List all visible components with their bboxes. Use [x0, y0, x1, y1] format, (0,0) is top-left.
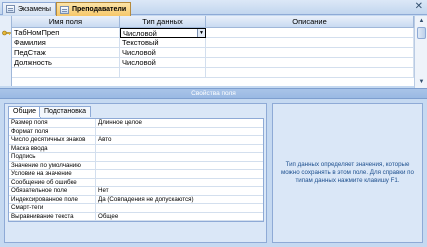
help-panel: Тип данных определяет значения, которые …	[272, 103, 423, 243]
property-label: Значение по умолчанию	[11, 161, 81, 169]
property-value[interactable]	[95, 127, 263, 136]
property-row[interactable]: Подпись	[9, 153, 263, 162]
data-type-select[interactable]: Числовой ▼	[120, 28, 206, 38]
property-row[interactable]: Условие на значение	[9, 170, 263, 179]
tab-lookup[interactable]: Подстановка	[39, 106, 91, 117]
property-row[interactable]: Смарт-теги	[9, 204, 263, 213]
property-value[interactable]	[95, 170, 263, 178]
primary-key-icon	[2, 30, 11, 36]
property-value[interactable]	[95, 204, 263, 212]
data-type-value: Числовой	[123, 29, 157, 38]
tab-label: Экзамены	[18, 5, 51, 13]
description-cell[interactable]	[206, 38, 414, 48]
property-value[interactable]: Общее	[95, 212, 263, 221]
properties-panel: Общие Подстановка Размер поля Длинное це…	[4, 103, 267, 243]
property-label: Выравнивание текста	[11, 212, 74, 220]
table-icon	[60, 5, 69, 14]
property-value[interactable]: Авто	[95, 136, 263, 144]
field-grid: Имя поля Тип данных Описание ТабНомПреп …	[0, 16, 414, 86]
scroll-down-icon[interactable]: ▼	[417, 78, 426, 86]
field-name-cell[interactable]: Должность	[12, 58, 120, 68]
help-text: Тип данных определяет значения, которые …	[281, 161, 414, 184]
property-row[interactable]: Размер поля Длинное целое	[9, 119, 263, 128]
table-row[interactable]: Фамилия Текстовый	[0, 38, 414, 48]
property-value[interactable]: Да (Совпадения не допускаются)	[95, 195, 263, 204]
description-cell[interactable]	[206, 68, 414, 78]
property-label: Число десятичных знаков	[11, 136, 86, 143]
property-label: Индексированное поле	[11, 195, 78, 203]
field-name-cell[interactable]: ПедСтаж	[12, 48, 120, 58]
data-type-cell[interactable]: Текстовый	[120, 38, 206, 48]
data-type-cell[interactable]: Числовой	[120, 48, 206, 58]
document-tab-bar: Экзамены Преподаватели ✕	[0, 0, 427, 16]
property-row[interactable]: Выравнивание текста Общее	[9, 212, 263, 221]
property-label: Сообщение об ошибке	[11, 178, 77, 186]
tab-teachers[interactable]: Преподаватели	[56, 2, 132, 16]
property-label: Подпись	[11, 153, 36, 160]
table-icon	[6, 5, 15, 13]
description-cell[interactable]	[206, 58, 414, 68]
property-value[interactable]: Нет	[95, 187, 263, 195]
property-label: Размер поля	[11, 119, 48, 126]
property-value[interactable]	[95, 161, 263, 170]
field-name-cell[interactable]	[12, 68, 120, 78]
chevron-down-icon[interactable]: ▼	[197, 29, 205, 37]
property-label: Смарт-теги	[11, 204, 44, 211]
property-label: Маска ввода	[11, 144, 48, 152]
header-data-type: Тип данных	[120, 16, 206, 28]
property-row[interactable]: Формат поля	[9, 127, 263, 136]
tab-label: Преподаватели	[72, 6, 127, 13]
property-row[interactable]: Маска ввода	[9, 144, 263, 153]
field-name-cell[interactable]: Фамилия	[12, 38, 120, 48]
empty-row[interactable]	[0, 68, 414, 78]
property-label: Условие на значение	[11, 170, 72, 177]
property-row[interactable]: Значение по умолчанию	[9, 161, 263, 170]
property-label: Формат поля	[11, 127, 49, 135]
data-type-cell[interactable]: Числовой	[120, 58, 206, 68]
properties-table: Размер поля Длинное целое Формат поля Чи…	[8, 118, 264, 222]
property-value[interactable]	[95, 144, 263, 153]
description-cell[interactable]	[206, 28, 414, 38]
property-label: Обязательное поле	[11, 187, 68, 194]
vertical-scrollbar[interactable]: ▲ ▼	[414, 16, 427, 88]
data-type-cell[interactable]	[120, 68, 206, 78]
property-row[interactable]: Обязательное поле Нет	[9, 187, 263, 196]
table-row[interactable]: Должность Числовой	[0, 58, 414, 68]
field-properties-title: Свойства поля	[0, 88, 427, 99]
property-row[interactable]: Индексированное поле Да (Совпадения не д…	[9, 195, 263, 204]
property-value[interactable]	[95, 153, 263, 161]
table-row[interactable]: ПедСтаж Числовой	[0, 48, 414, 58]
tab-general[interactable]: Общие	[8, 106, 42, 118]
property-value[interactable]	[95, 178, 263, 187]
scroll-thumb[interactable]	[417, 27, 426, 39]
property-row[interactable]: Сообщение об ошибке	[9, 178, 263, 187]
header-description: Описание	[206, 16, 414, 28]
description-cell[interactable]	[206, 48, 414, 58]
property-row[interactable]: Число десятичных знаков Авто	[9, 136, 263, 145]
property-value[interactable]: Длинное целое	[95, 119, 263, 127]
close-icon[interactable]: ✕	[415, 1, 423, 13]
field-name-cell[interactable]: ТабНомПреп	[12, 28, 120, 38]
header-field-name: Имя поля	[12, 16, 120, 28]
tab-exams[interactable]: Экзамены	[2, 2, 56, 15]
scroll-up-icon[interactable]: ▲	[417, 17, 426, 25]
table-row[interactable]: ТабНомПреп Числовой ▼	[0, 28, 414, 38]
